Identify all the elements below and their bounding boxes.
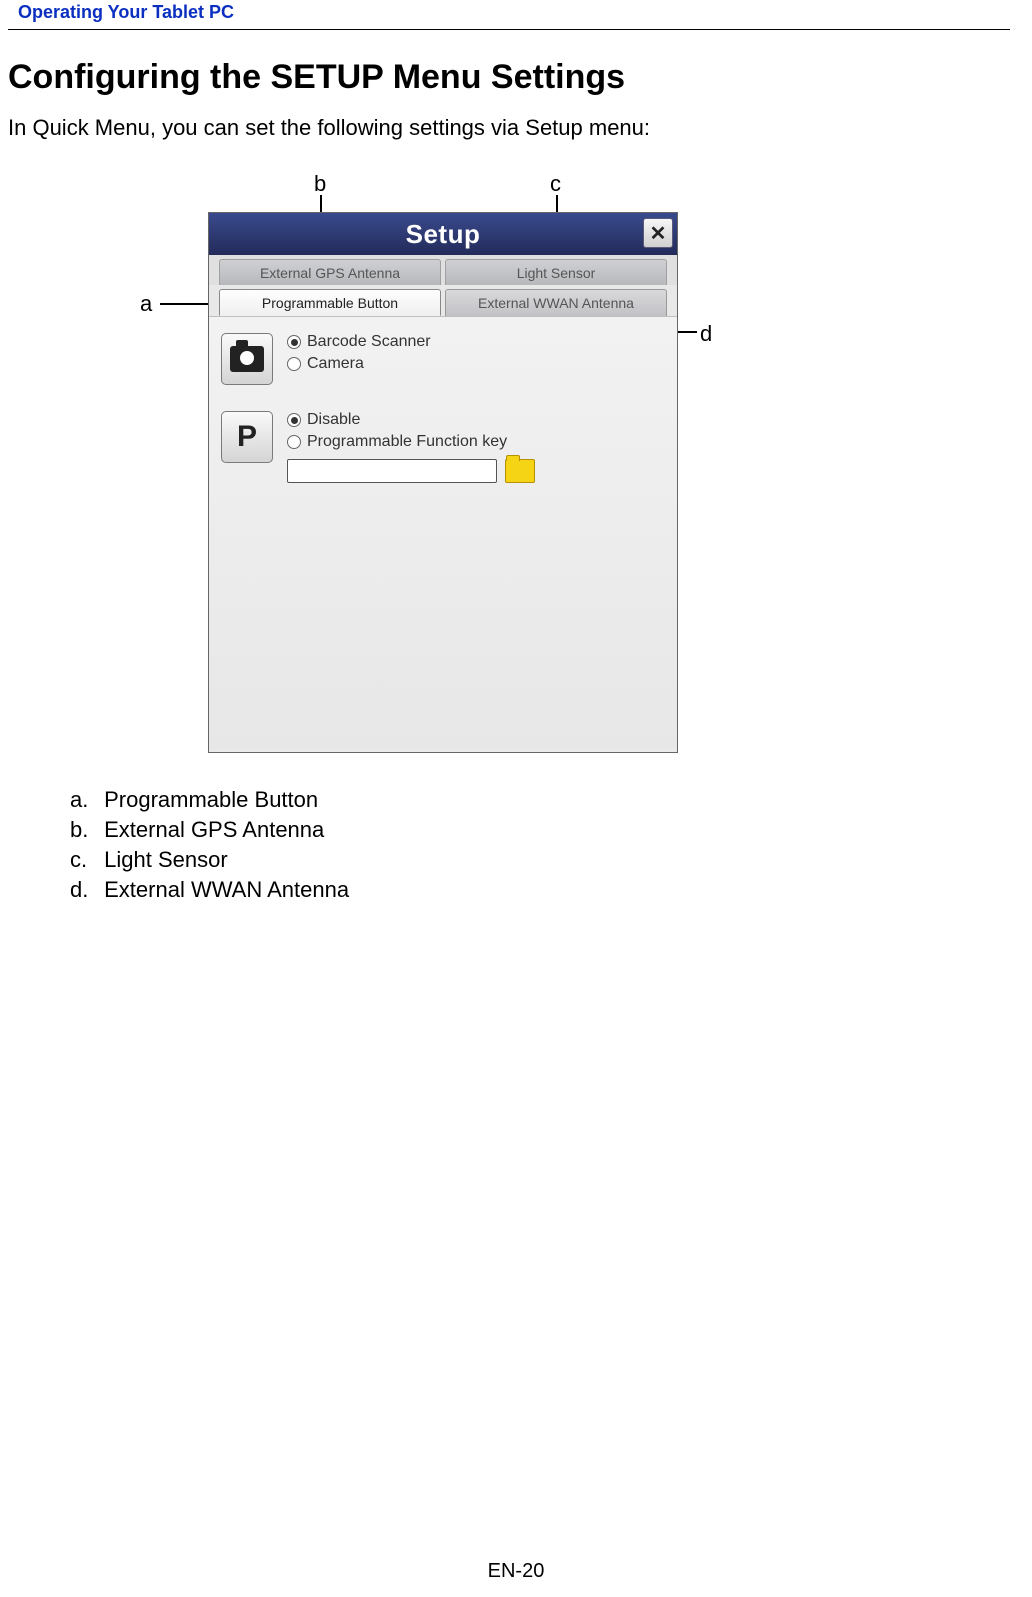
figure-area: a b c d Setup ✕ External GPS Antenna Lig… [0, 171, 1032, 771]
tab-light-sensor[interactable]: Light Sensor [445, 259, 667, 285]
legend-letter: d. [70, 877, 98, 903]
close-icon: ✕ [650, 221, 667, 246]
legend-text: Light Sensor [104, 847, 228, 872]
header-section-label: Operating Your Tablet PC [8, 0, 1010, 30]
callout-a: a [140, 291, 152, 317]
group-p: P Disable Programmable Function key [221, 411, 665, 483]
page-number: EN-20 [0, 1560, 1032, 1583]
legend-text: Programmable Button [104, 787, 318, 812]
p-icon-button[interactable]: P [221, 411, 273, 463]
tab-external-gps-antenna[interactable]: External GPS Antenna [219, 259, 441, 285]
legend-letter: a. [70, 787, 98, 813]
radio-label: Programmable Function key [307, 433, 507, 451]
tab-programmable-button[interactable]: Programmable Button [219, 289, 441, 316]
camera-icon-button[interactable] [221, 333, 273, 385]
path-input[interactable] [287, 459, 497, 483]
tab-row-front: Programmable Button External WWAN Antenn… [209, 285, 677, 316]
callout-d: d [700, 321, 712, 347]
legend-letter: b. [70, 817, 98, 843]
tab-label: External WWAN Antenna [478, 295, 634, 311]
camera-icon [230, 346, 264, 372]
legend-text: External WWAN Antenna [104, 877, 349, 902]
folder-icon[interactable] [505, 459, 535, 483]
setup-body: Barcode Scanner Camera P Disable [209, 316, 677, 749]
radio-label: Camera [307, 355, 364, 373]
setup-titlebar: Setup ✕ [209, 213, 677, 255]
group-camera: Barcode Scanner Camera [221, 333, 665, 385]
radio-label: Barcode Scanner [307, 333, 431, 351]
setup-window: Setup ✕ External GPS Antenna Light Senso… [208, 212, 678, 753]
legend-letter: c. [70, 847, 98, 873]
p-icon: P [237, 420, 257, 454]
tab-label: Light Sensor [517, 265, 596, 281]
legend: a. Programmable Button b. External GPS A… [70, 787, 1032, 903]
path-row [287, 459, 535, 483]
intro-text: In Quick Menu, you can set the following… [8, 115, 1032, 141]
radio-list-p: Disable Programmable Function key [287, 411, 535, 483]
radio-list-camera: Barcode Scanner Camera [287, 333, 431, 373]
radio-camera[interactable]: Camera [287, 355, 431, 373]
legend-item-c: c. Light Sensor [70, 847, 1032, 873]
setup-title: Setup [406, 219, 481, 250]
radio-programmable-function-key[interactable]: Programmable Function key [287, 433, 535, 451]
legend-item-a: a. Programmable Button [70, 787, 1032, 813]
radio-label: Disable [307, 411, 360, 429]
radio-barcode-scanner[interactable]: Barcode Scanner [287, 333, 431, 351]
radio-dot-icon [287, 335, 301, 349]
legend-item-d: d. External WWAN Antenna [70, 877, 1032, 903]
tab-row-back: External GPS Antenna Light Sensor [209, 255, 677, 285]
tab-label: Programmable Button [262, 295, 398, 311]
radio-dot-icon [287, 357, 301, 371]
tab-external-wwan-antenna[interactable]: External WWAN Antenna [445, 289, 667, 316]
radio-disable[interactable]: Disable [287, 411, 535, 429]
page-title: Configuring the SETUP Menu Settings [8, 58, 1032, 97]
radio-dot-icon [287, 435, 301, 449]
callout-b: b [314, 171, 326, 197]
close-button[interactable]: ✕ [643, 218, 673, 248]
legend-text: External GPS Antenna [104, 817, 324, 842]
callout-c: c [550, 171, 561, 197]
tab-label: External GPS Antenna [260, 265, 400, 281]
radio-dot-icon [287, 413, 301, 427]
legend-item-b: b. External GPS Antenna [70, 817, 1032, 843]
